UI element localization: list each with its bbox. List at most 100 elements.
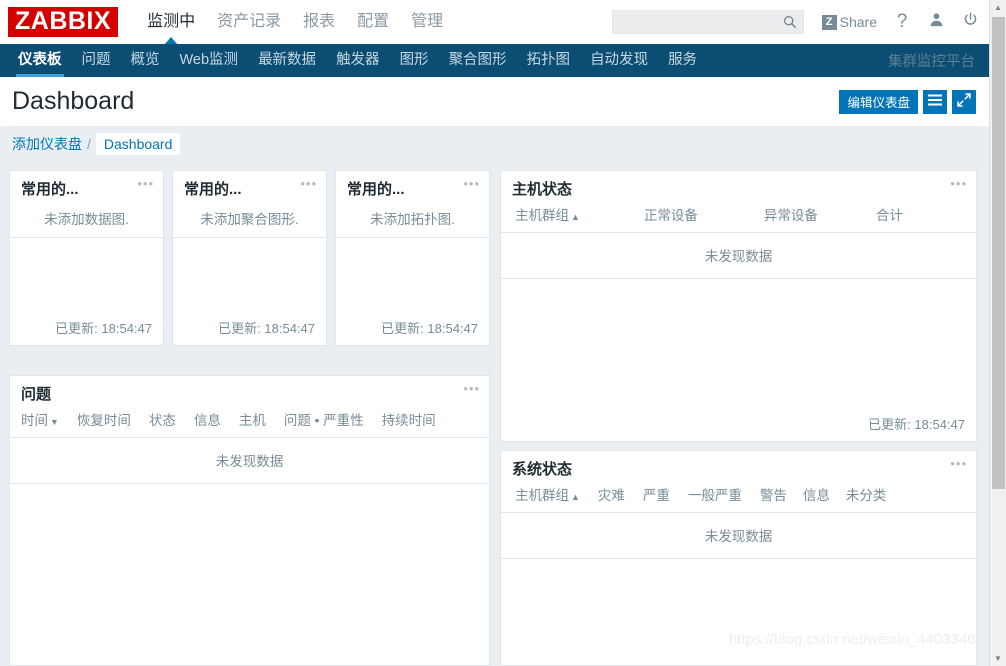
app-root: ZABBIX 监测中 资产记录 报表 配置 管理 Z Share ? 仪表板 问… xyxy=(0,0,1006,666)
widget-empty-message: 未添加聚合图形. xyxy=(173,204,326,238)
column-header-host-group[interactable]: 主机群组 ▲ xyxy=(515,484,580,504)
edit-dashboard-button[interactable]: 编辑仪表盘 xyxy=(839,89,918,114)
system-status-no-data: 未发现数据 xyxy=(501,513,976,559)
zabbix-share-icon: Z xyxy=(821,14,837,30)
subnav-item-overview[interactable]: 概览 xyxy=(121,44,170,77)
subnav-item-discovery[interactable]: 自动发现 xyxy=(580,44,658,77)
fullscreen-button[interactable] xyxy=(952,89,976,114)
widget-menu-icon[interactable]: ••• xyxy=(463,177,480,190)
column-header-not-classified[interactable]: 未分类 xyxy=(846,484,887,504)
expand-arrows-icon xyxy=(957,93,971,110)
main-menu-item-configuration[interactable]: 配置 xyxy=(346,0,400,44)
widget-problems[interactable]: 问题 ••• 时间 ▼ 恢复时间 状态 信息 主机 问题 • 严重性 持续时间 未… xyxy=(9,375,490,666)
widget-menu-icon[interactable]: ••• xyxy=(137,177,154,190)
sort-asc-icon: ▲ xyxy=(571,492,580,502)
logout-button[interactable] xyxy=(961,11,979,33)
host-status-column-headers: 主机群组 ▲ 正常设备 异常设备 合计 xyxy=(501,204,976,233)
column-header-recovery-time[interactable]: 恢复时间 xyxy=(77,409,131,429)
help-button[interactable]: ? xyxy=(893,11,911,33)
column-header-available[interactable]: 正常设备 xyxy=(644,204,698,224)
widget-favourite-screens[interactable]: 常用的... ••• 未添加聚合图形. 已更新: 18:54:47 xyxy=(172,170,327,346)
widget-body xyxy=(10,238,163,318)
scrollbar-thumb[interactable] xyxy=(992,17,1005,489)
question-mark-icon: ? xyxy=(896,11,908,32)
user-profile-button[interactable] xyxy=(927,11,945,33)
subnav-item-maps[interactable]: 拓扑图 xyxy=(517,44,581,77)
widget-body xyxy=(173,238,326,318)
zabbix-logo[interactable]: ZABBIX xyxy=(8,7,119,37)
column-header-disaster[interactable]: 灾难 xyxy=(598,484,625,504)
subnav-item-latest-data[interactable]: 最新数据 xyxy=(248,44,326,77)
column-header-duration[interactable]: 持续时间 xyxy=(382,409,436,429)
power-icon xyxy=(963,12,978,32)
problems-column-headers: 时间 ▼ 恢复时间 状态 信息 主机 问题 • 严重性 持续时间 xyxy=(10,409,489,438)
search-icon xyxy=(783,15,797,34)
search-input[interactable] xyxy=(612,11,778,33)
watermark-text: https://blog.csdn.net/weixin_44033467 xyxy=(728,631,984,648)
widget-header: 问题 ••• xyxy=(10,376,489,409)
user-icon xyxy=(929,12,944,32)
subnav-item-triggers[interactable]: 触发器 xyxy=(326,44,390,77)
breadcrumb-separator: / xyxy=(87,136,91,152)
dashboard-menu-button[interactable] xyxy=(923,89,947,114)
column-header-high[interactable]: 严重 xyxy=(643,484,670,504)
main-menu-item-monitoring[interactable]: 监测中 xyxy=(136,0,206,44)
widget-updated-label: 已更新: 18:54:47 xyxy=(381,321,478,336)
subnav-item-problems[interactable]: 问题 xyxy=(72,44,121,77)
widget-header: 主机状态 ••• xyxy=(501,171,976,204)
share-label: Share xyxy=(839,14,877,30)
widget-empty-message: 未添加数据图. xyxy=(10,204,163,238)
subnav-item-dashboard[interactable]: 仪表板 xyxy=(8,44,72,77)
widget-menu-icon[interactable]: ••• xyxy=(300,177,317,190)
column-header-status[interactable]: 状态 xyxy=(149,409,176,429)
widget-menu-icon[interactable]: ••• xyxy=(950,457,967,470)
widget-menu-icon[interactable]: ••• xyxy=(950,177,967,190)
widget-updated-label: 已更新: 18:54:47 xyxy=(218,321,315,336)
scroll-up-arrow-icon[interactable]: ▲ xyxy=(990,0,1006,15)
widget-header: 常用的... ••• xyxy=(336,171,489,204)
column-header-info[interactable]: 信息 xyxy=(194,409,221,429)
column-label: 时间 xyxy=(21,413,48,428)
widget-title: 系统状态 xyxy=(512,461,573,478)
system-status-column-headers: 主机群组 ▲ 灾难 严重 一般严重 警告 信息 未分类 xyxy=(501,484,976,513)
widget-body xyxy=(10,484,489,665)
column-label: 主机群组 xyxy=(515,488,569,503)
subnav-item-services[interactable]: 服务 xyxy=(658,44,707,77)
column-header-time[interactable]: 时间 ▼ xyxy=(21,409,59,429)
page-title: Dashboard xyxy=(12,87,135,115)
column-header-not-available[interactable]: 异常设备 xyxy=(764,204,818,224)
breadcrumb-current-dashboard[interactable]: Dashboard xyxy=(95,133,181,155)
main-menu-item-reports[interactable]: 报表 xyxy=(292,0,346,44)
header-actions: Z Share ? xyxy=(611,0,989,44)
subnav-item-web[interactable]: Web监测 xyxy=(170,44,249,77)
column-header-information[interactable]: 信息 xyxy=(803,484,830,504)
column-header-host[interactable]: 主机 xyxy=(239,409,266,429)
column-header-warning[interactable]: 警告 xyxy=(760,484,787,504)
widget-favourite-maps[interactable]: 常用的... ••• 未添加拓扑图. 已更新: 18:54:47 xyxy=(335,170,490,346)
subnav-item-screens[interactable]: 聚合图形 xyxy=(439,44,517,77)
column-header-total[interactable]: 合计 xyxy=(876,204,903,224)
subnav-item-graphs[interactable]: 图形 xyxy=(390,44,439,77)
share-button[interactable]: Z Share xyxy=(821,14,877,30)
widget-title: 主机状态 xyxy=(512,181,573,198)
page-actions: 编辑仪表盘 xyxy=(839,89,976,114)
widget-body xyxy=(501,559,976,665)
main-menu-item-inventory[interactable]: 资产记录 xyxy=(206,0,292,44)
scroll-down-arrow-icon[interactable]: ▼ xyxy=(990,651,1006,666)
main-menu-item-administration[interactable]: 管理 xyxy=(400,0,454,44)
host-status-no-data: 未发现数据 xyxy=(501,233,976,279)
hamburger-menu-icon xyxy=(928,94,942,109)
widget-favourite-graphs[interactable]: 常用的... ••• 未添加数据图. 已更新: 18:54:47 xyxy=(9,170,164,346)
page-header: Dashboard 编辑仪表盘 xyxy=(0,77,989,126)
widget-empty-message: 未添加拓扑图. xyxy=(336,204,489,238)
column-header-host-group[interactable]: 主机群组 ▲ xyxy=(515,204,580,224)
column-header-problem-severity[interactable]: 问题 • 严重性 xyxy=(284,409,364,429)
column-header-average[interactable]: 一般严重 xyxy=(688,484,742,504)
widget-menu-icon[interactable]: ••• xyxy=(463,382,480,395)
widget-host-status[interactable]: 主机状态 ••• 主机群组 ▲ 正常设备 异常设备 合计 未发现数据 已更新: 1… xyxy=(500,170,977,442)
global-search[interactable] xyxy=(611,10,804,34)
page-scrollbar[interactable]: ▲ ▼ xyxy=(989,0,1006,666)
widget-header: 常用的... ••• xyxy=(10,171,163,204)
breadcrumb-add-dashboard[interactable]: 添加仪表盘 xyxy=(12,134,82,154)
widget-title: 常用的... xyxy=(184,181,242,198)
